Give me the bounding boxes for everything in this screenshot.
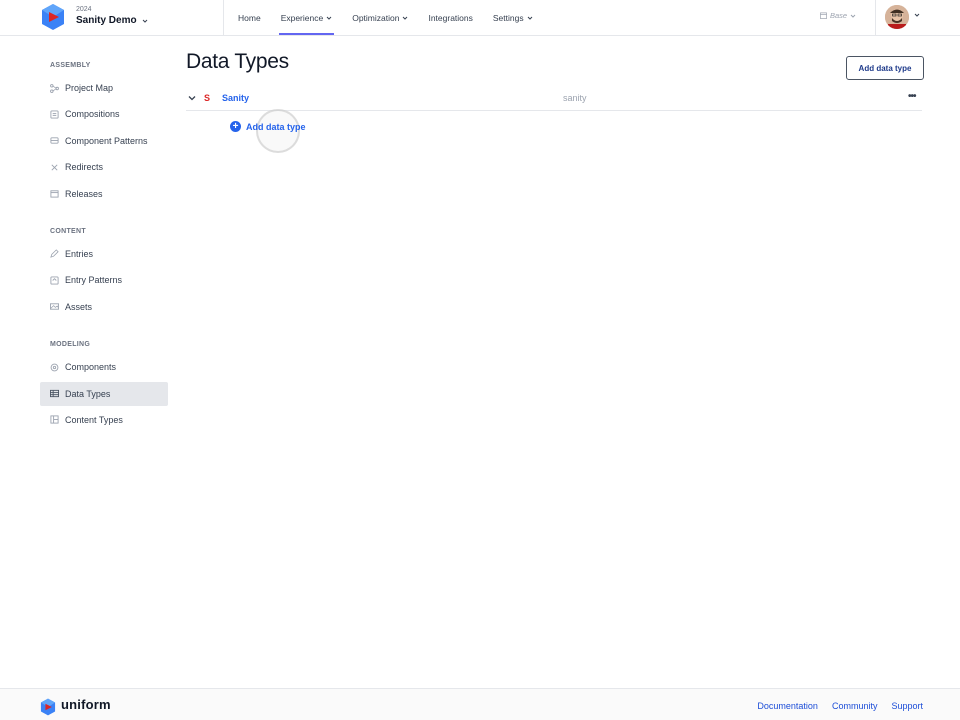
section-label-assembly: ASSEMBLY: [50, 62, 91, 69]
section-label-modeling: MODELING: [50, 341, 91, 349]
chevron-down-icon: [326, 16, 332, 20]
chevron-down-icon: [850, 14, 856, 18]
sidebar-item-entries[interactable]: Entries: [40, 242, 168, 266]
add-data-type-inline-button[interactable]: + Add data type: [230, 121, 306, 132]
chevron-down-icon: [142, 19, 147, 23]
footer-links: Documentation Community Support: [757, 701, 923, 711]
nav-experience[interactable]: Experience: [271, 0, 343, 36]
header-divider: [223, 0, 224, 36]
calendar-icon: [820, 12, 827, 19]
add-data-type-button[interactable]: Add data type: [846, 56, 924, 80]
project-map-icon: [50, 83, 59, 93]
avatar-face-icon: [885, 5, 909, 29]
footer-brand: uniform: [61, 697, 111, 712]
sidebar-item-assets[interactable]: Assets: [40, 295, 168, 319]
nav-settings[interactable]: Settings: [483, 0, 543, 36]
components-icon: [50, 363, 59, 371]
top-header: 2024 Sanity Demo Home Experience Optimiz…: [0, 0, 960, 36]
project-year: 2024: [76, 6, 92, 13]
main-nav: Home Experience Optimization Integration…: [228, 0, 543, 36]
more-options-icon[interactable]: •••: [908, 91, 916, 102]
project-name: Sanity Demo: [76, 15, 137, 26]
sidebar-item-releases[interactable]: Releases: [40, 182, 168, 206]
compositions-icon: [50, 110, 59, 119]
sidebar-item-components[interactable]: Components: [40, 355, 168, 379]
nav-optimization[interactable]: Optimization: [342, 0, 418, 36]
page-title: Data Types: [186, 50, 289, 73]
branch-selector[interactable]: Base: [820, 11, 856, 20]
chevron-down-icon[interactable]: [914, 12, 920, 18]
plus-circle-icon: +: [230, 121, 241, 132]
uniform-logo-icon[interactable]: [40, 698, 56, 716]
sidebar-item-compositions[interactable]: Compositions: [40, 102, 168, 126]
sidebar-item-content-types[interactable]: Content Types: [40, 408, 168, 432]
section-label-content: CONTENT: [50, 227, 86, 235]
sanity-icon: S: [204, 93, 211, 103]
add-data-type-inline-label: Add data type: [246, 121, 306, 132]
entries-icon: [50, 249, 59, 259]
sidebar: ASSEMBLY Project Map Compositions Compon…: [40, 56, 168, 434]
documentation-link[interactable]: Documentation: [757, 701, 818, 711]
releases-icon: [50, 190, 59, 198]
uniform-logo-icon[interactable]: [41, 3, 65, 31]
chevron-down-icon: [527, 16, 532, 20]
community-link[interactable]: Community: [832, 701, 878, 711]
project-switcher[interactable]: 2024 Sanity Demo: [76, 5, 148, 28]
nav-integrations[interactable]: Integrations: [418, 0, 482, 36]
integration-id: sanity: [563, 93, 587, 103]
footer: uniform Documentation Community Support: [0, 688, 960, 720]
sidebar-item-redirects[interactable]: Redirects: [40, 155, 168, 179]
redirects-icon: [51, 164, 58, 171]
sidebar-item-project-map[interactable]: Project Map: [40, 76, 168, 100]
support-link[interactable]: Support: [891, 701, 923, 711]
sidebar-item-component-patterns[interactable]: Component Patterns: [40, 129, 168, 153]
sidebar-item-data-types[interactable]: Data Types: [40, 381, 168, 406]
table-row[interactable]: S Sanity sanity •••: [186, 87, 922, 111]
nav-home[interactable]: Home: [228, 0, 271, 36]
data-types-icon: [50, 389, 59, 398]
sidebar-item-entry-patterns[interactable]: Entry Patterns: [40, 268, 168, 292]
integration-name-link[interactable]: Sanity: [222, 93, 249, 103]
user-avatar[interactable]: [885, 5, 909, 29]
chevron-down-icon[interactable]: [188, 94, 196, 102]
entry-patterns-icon: [50, 276, 59, 285]
chevron-down-icon: [403, 16, 408, 20]
content-types-icon: [50, 415, 59, 424]
header-divider: [875, 0, 876, 36]
component-patterns-icon: [50, 137, 59, 144]
assets-icon: [50, 303, 59, 310]
branch-label: Base: [830, 11, 848, 20]
